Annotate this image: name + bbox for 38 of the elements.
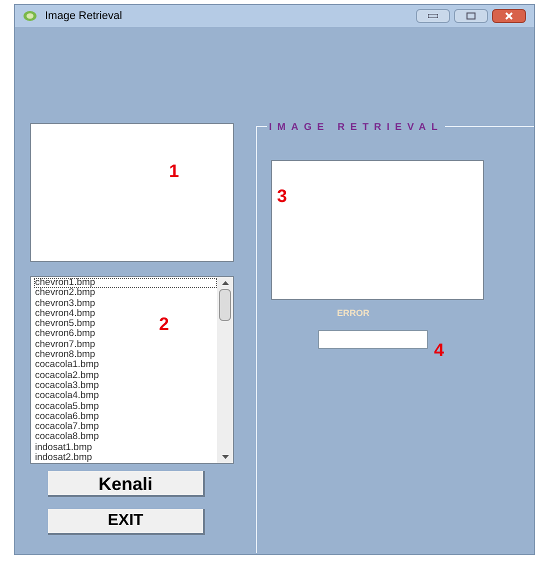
list-item[interactable]: chevron1.bmp <box>34 278 217 288</box>
list-item[interactable]: chevron2.bmp <box>34 288 96 299</box>
maximize-button[interactable] <box>454 9 488 23</box>
maximize-icon <box>466 12 476 20</box>
list-item[interactable]: cocacola6.bmp <box>34 412 100 422</box>
list-item[interactable]: cocacola1.bmp <box>34 360 100 371</box>
scroll-thumb[interactable] <box>219 289 231 321</box>
list-item[interactable]: chevron6.bmp <box>34 329 96 340</box>
exit-button[interactable]: EXIT <box>48 509 205 535</box>
scroll-up-icon <box>222 281 228 285</box>
list-item[interactable]: chevron3.bmp <box>34 298 96 309</box>
list-item[interactable]: cocacola2.bmp <box>34 370 100 381</box>
scrollbar[interactable] <box>217 277 233 463</box>
list-item[interactable]: cocacola4.bmp <box>34 391 100 402</box>
list-item[interactable]: chevron7.bmp <box>34 340 96 350</box>
annotation-number: 3 <box>277 185 288 208</box>
annotation-number: 4 <box>434 340 444 358</box>
error-field[interactable] <box>318 330 428 348</box>
list-item[interactable]: chevron8.bmp <box>34 350 96 360</box>
window-title: Image Retrieval <box>45 8 122 24</box>
list-item[interactable]: cocacola5.bmp <box>34 402 100 412</box>
list-item[interactable]: chevron5.bmp <box>34 319 96 330</box>
kenali-button[interactable]: Kenali <box>48 471 205 497</box>
list-item[interactable]: chevron4.bmp <box>34 308 96 320</box>
list-item[interactable]: indosat2.bmp <box>34 453 94 463</box>
list-item[interactable]: cocacola7.bmp <box>34 422 100 432</box>
minimize-icon <box>428 14 438 18</box>
scroll-down-icon <box>222 455 228 459</box>
list-item[interactable]: cocacola3.bmp <box>34 380 100 392</box>
list-item[interactable]: indosat1.bmp <box>34 442 94 454</box>
list-item[interactable]: cocacola8.bmp <box>34 432 100 443</box>
annotation-number: 2 <box>159 313 170 336</box>
close-icon <box>505 12 513 20</box>
app-icon <box>23 10 37 22</box>
close-button[interactable] <box>492 9 526 23</box>
minimize-button[interactable] <box>416 9 450 23</box>
annotation-number: 1 <box>169 160 180 183</box>
error-label: ERROR <box>337 307 371 320</box>
